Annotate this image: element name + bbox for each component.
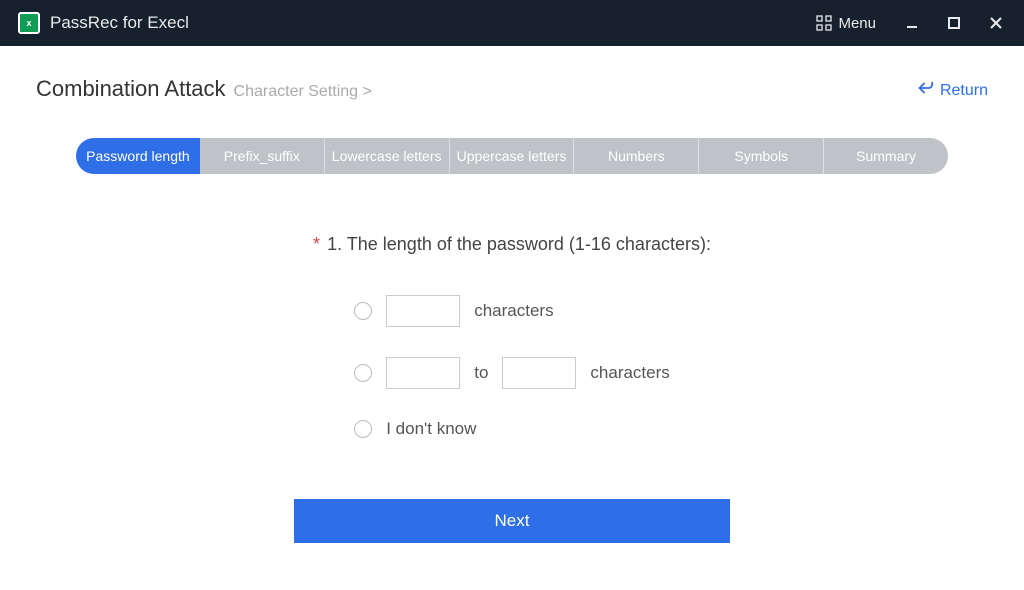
app-icon-glyph: x <box>26 18 31 28</box>
titlebar: x PassRec for Execl Menu <box>0 0 1024 46</box>
tabs: Password length Prefix_suffix Lowercase … <box>36 138 988 174</box>
page-title: Combination Attack <box>36 76 226 102</box>
minimize-button[interactable] <box>902 13 922 33</box>
close-button[interactable] <box>986 13 1006 33</box>
app-icon: x <box>18 12 40 34</box>
tab-uppercase-letters[interactable]: Uppercase letters <box>450 138 575 174</box>
menu-label: Menu <box>838 15 876 32</box>
unknown-label: I don't know <box>386 419 476 439</box>
radio-exact[interactable] <box>354 302 372 320</box>
range-between-label: to <box>474 363 488 383</box>
option-unknown: I don't know <box>354 419 670 439</box>
window-controls <box>902 13 1006 33</box>
range-to-input[interactable] <box>502 357 576 389</box>
tab-summary[interactable]: Summary <box>824 138 948 174</box>
form-area: * 1. The length of the password (1-16 ch… <box>36 234 988 543</box>
return-icon <box>916 80 934 101</box>
tab-lowercase-letters[interactable]: Lowercase letters <box>325 138 450 174</box>
return-link[interactable]: Return <box>916 80 988 101</box>
exact-label: characters <box>474 301 553 321</box>
question-text: 1. The length of the password (1-16 char… <box>327 234 711 254</box>
options: characters to characters I don't know <box>354 295 670 439</box>
option-exact: characters <box>354 295 670 327</box>
grid-icon <box>816 15 832 31</box>
maximize-button[interactable] <box>944 13 964 33</box>
range-label: characters <box>590 363 669 383</box>
tab-password-length[interactable]: Password length <box>76 138 200 174</box>
breadcrumb[interactable]: Character Setting > <box>234 83 372 101</box>
question-label: * 1. The length of the password (1-16 ch… <box>313 234 711 255</box>
content: Combination Attack Character Setting > R… <box>0 46 1024 543</box>
range-from-input[interactable] <box>386 357 460 389</box>
radio-range[interactable] <box>354 364 372 382</box>
exact-length-input[interactable] <box>386 295 460 327</box>
titlebar-left: x PassRec for Execl <box>18 12 189 34</box>
tab-numbers[interactable]: Numbers <box>574 138 699 174</box>
header-left: Combination Attack Character Setting > <box>36 76 372 102</box>
return-label: Return <box>940 82 988 100</box>
option-range: to characters <box>354 357 670 389</box>
next-button[interactable]: Next <box>294 499 730 543</box>
radio-unknown[interactable] <box>354 420 372 438</box>
tab-prefix-suffix[interactable]: Prefix_suffix <box>200 138 325 174</box>
menu-button[interactable]: Menu <box>816 15 876 32</box>
app-title: PassRec for Execl <box>50 13 189 33</box>
header-row: Combination Attack Character Setting > R… <box>36 76 988 102</box>
titlebar-right: Menu <box>816 13 1006 33</box>
tab-symbols[interactable]: Symbols <box>699 138 824 174</box>
required-indicator: * <box>313 234 320 254</box>
